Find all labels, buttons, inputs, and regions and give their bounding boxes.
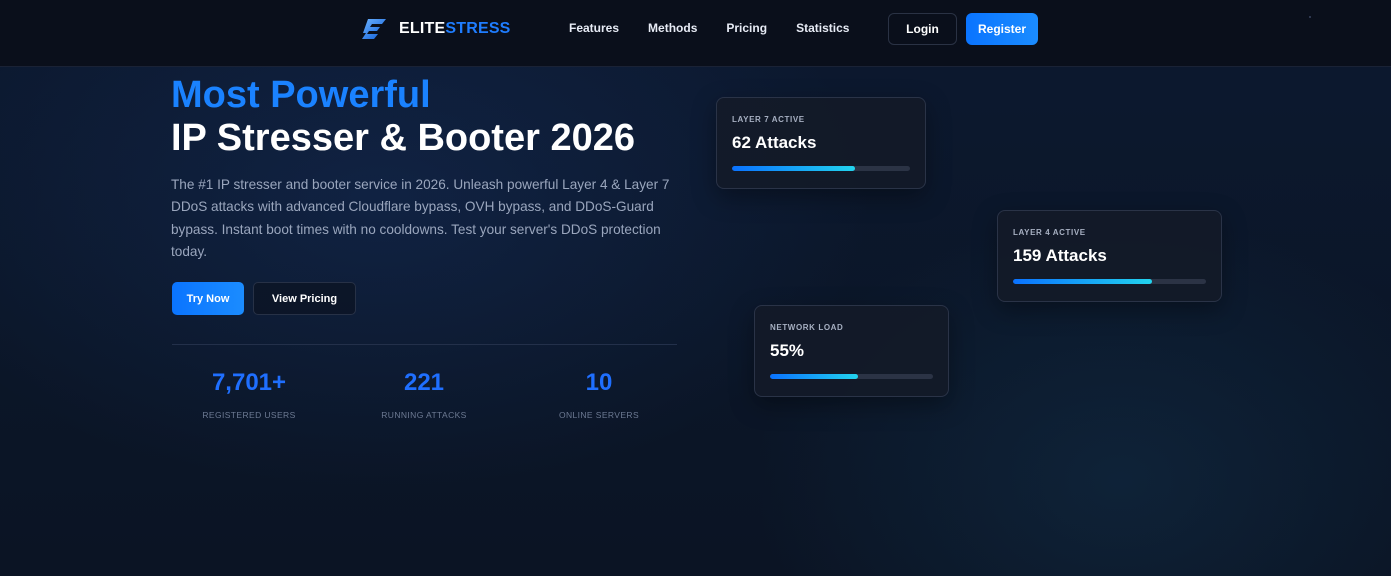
hero-description: The #1 IP stresser and booter service in… bbox=[171, 177, 670, 259]
card-network-load: NETWORK LOAD 55% bbox=[754, 305, 949, 397]
top-navbar: ELITESTRESS Features Methods Pricing Sta… bbox=[0, 0, 1391, 67]
progress-track bbox=[770, 374, 933, 379]
stat-value: 7,701+ bbox=[211, 369, 287, 396]
progress-fill bbox=[770, 374, 859, 379]
card-label: NETWORK LOAD bbox=[770, 323, 844, 332]
brand-logo[interactable]: ELITESTRESS bbox=[360, 15, 511, 43]
brand-name-part1: ELITE bbox=[399, 20, 446, 37]
nav-link-methods[interactable]: Methods bbox=[648, 21, 697, 35]
card-layer4-active: LAYER 4 ACTIVE 159 Attacks bbox=[997, 210, 1222, 302]
progress-fill bbox=[732, 166, 855, 171]
card-label: LAYER 4 ACTIVE bbox=[1013, 228, 1086, 237]
card-label: LAYER 7 ACTIVE bbox=[732, 115, 805, 124]
decorative-dot bbox=[1309, 16, 1311, 18]
card-layer7-active: LAYER 7 ACTIVE 62 Attacks bbox=[716, 97, 926, 189]
nav-links: Features Methods Pricing Statistics bbox=[569, 21, 878, 35]
stats-divider bbox=[172, 344, 677, 345]
stat-value: 221 bbox=[403, 369, 445, 396]
stat-value: 10 bbox=[585, 369, 613, 396]
progress-track bbox=[732, 166, 910, 171]
stat-label: ONLINE SERVERS bbox=[558, 410, 640, 420]
card-value: 55% bbox=[770, 341, 805, 360]
nav-link-statistics[interactable]: Statistics bbox=[796, 21, 849, 35]
nav-link-features[interactable]: Features bbox=[569, 21, 619, 35]
stat-registered-users: 7,701+ REGISTERED USERS bbox=[169, 368, 329, 420]
register-button[interactable]: Register bbox=[966, 13, 1038, 45]
stat-label: RUNNING ATTACKS bbox=[381, 410, 467, 420]
hero-title-line1: Most Powerful bbox=[171, 74, 431, 116]
brand-name-part2: STRESS bbox=[445, 20, 511, 37]
stat-label: REGISTERED USERS bbox=[202, 410, 296, 420]
stat-running-attacks: 221 RUNNING ATTACKS bbox=[344, 368, 504, 420]
login-button[interactable]: Login bbox=[888, 13, 957, 45]
progress-fill bbox=[1013, 279, 1152, 284]
hero-title-line2: IP Stresser & Booter 2026 bbox=[171, 117, 635, 159]
card-value: 159 Attacks bbox=[1013, 246, 1107, 265]
brand-name: ELITESTRESS bbox=[399, 20, 511, 38]
view-pricing-button[interactable]: View Pricing bbox=[253, 282, 356, 315]
nav-link-pricing[interactable]: Pricing bbox=[726, 21, 767, 35]
stat-online-servers: 10 ONLINE SERVERS bbox=[519, 368, 679, 420]
lightning-e-logo-icon bbox=[362, 19, 386, 39]
card-value: 62 Attacks bbox=[732, 133, 817, 152]
progress-track bbox=[1013, 279, 1206, 284]
try-now-button[interactable]: Try Now bbox=[172, 282, 244, 315]
